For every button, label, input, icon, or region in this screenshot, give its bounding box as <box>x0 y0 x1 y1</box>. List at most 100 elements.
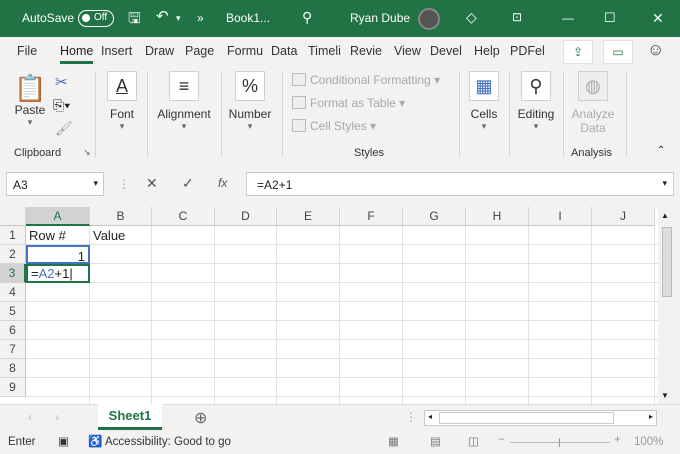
tab-review[interactable]: Revie <box>350 44 382 58</box>
column-header-G[interactable]: G <box>403 207 466 226</box>
column-header-J[interactable]: J <box>592 207 655 226</box>
tab-formulas[interactable]: Formu <box>227 44 263 58</box>
tab-developer[interactable]: Devel <box>430 44 462 58</box>
tab-help[interactable]: Help <box>474 44 500 58</box>
tab-page-layout[interactable]: Page <box>185 44 214 58</box>
insert-function-icon[interactable]: fx <box>218 176 227 190</box>
editing-button[interactable]: ⚲ Editing ▾ <box>515 71 557 132</box>
autosave-label: AutoSave <box>22 11 75 25</box>
vertical-scroll-thumb[interactable] <box>662 227 672 297</box>
more-commands-icon[interactable]: » <box>197 11 204 25</box>
row-header-5[interactable]: 5 <box>0 302 26 321</box>
column-header-B[interactable]: B <box>90 207 152 226</box>
macro-recording-icon[interactable]: ▣ <box>58 434 69 448</box>
cell-A1[interactable]: Row # <box>26 226 69 245</box>
analyze-data-button[interactable]: ◍ Analyze Data <box>568 71 618 135</box>
tab-data[interactable]: Data <box>271 44 297 58</box>
formula-input[interactable]: =A2+1 ▾ <box>246 172 674 196</box>
cells-button[interactable]: ▦ Cells ▾ <box>466 71 502 132</box>
tab-pdfelement[interactable]: PDFel <box>510 44 545 58</box>
zoom-in-icon[interactable]: + <box>614 434 621 446</box>
row-header-6[interactable]: 6 <box>0 321 26 340</box>
name-box[interactable]: A3 ▾ <box>6 172 104 196</box>
row-header-7[interactable]: 7 <box>0 340 26 359</box>
select-all-corner[interactable] <box>0 207 26 226</box>
editing-search-icon: ⚲ <box>521 71 551 101</box>
row-header-8[interactable]: 8 <box>0 359 26 378</box>
accessibility-status[interactable]: Accessibility: Good to go <box>105 436 231 448</box>
font-button[interactable]: A Font ▾ <box>104 71 140 132</box>
tab-file[interactable]: File <box>17 44 37 58</box>
undo-icon[interactable]: ↶ <box>156 7 169 25</box>
maximize-icon[interactable]: ☐ <box>604 10 616 26</box>
document-name: Book1... <box>226 11 271 25</box>
zoom-out-icon[interactable]: − <box>498 434 505 446</box>
paste-button[interactable]: 📋 Paste ▾ <box>14 73 46 128</box>
tab-timeline[interactable]: Timeli <box>308 44 341 58</box>
horizontal-scroll-thumb[interactable] <box>439 412 614 424</box>
horizontal-scrollbar[interactable]: ◂ ▸ <box>424 410 657 426</box>
format-painter-icon[interactable]: 🖌 <box>55 120 73 137</box>
clipboard-launcher-icon[interactable]: ↘ <box>83 147 91 158</box>
tab-insert[interactable]: Insert <box>101 44 132 58</box>
row-header-9[interactable]: 9 <box>0 378 26 397</box>
cell-styles-label: Cell Styles <box>310 119 367 133</box>
alignment-button[interactable]: ≡ Alignment ▾ <box>154 71 214 132</box>
zoom-level[interactable]: 100% <box>634 436 663 448</box>
column-header-F[interactable]: F <box>340 207 403 226</box>
tab-home[interactable]: Home <box>60 44 94 64</box>
autosave-toggle[interactable]: Off <box>78 10 114 27</box>
enter-check-icon[interactable]: ✓ <box>182 175 194 192</box>
sheet-tab-sheet1[interactable]: Sheet1 <box>98 404 162 430</box>
column-header-I[interactable]: I <box>529 207 592 226</box>
cell-B1[interactable]: Value <box>90 226 128 245</box>
spreadsheet-grid[interactable]: ABCDEFGHIJ 123456789 Row # Value 1 =A2+1| <box>0 207 658 404</box>
column-header-D[interactable]: D <box>215 207 277 226</box>
undo-dropdown-icon[interactable]: ▾ <box>176 13 181 24</box>
search-icon[interactable]: ⚲ <box>302 9 312 26</box>
collapse-ribbon-icon[interactable]: ⌃ <box>657 145 665 156</box>
ribbon-display-icon[interactable]: ⊡ <box>512 10 522 24</box>
avatar[interactable] <box>418 8 440 30</box>
format-as-table-button[interactable]: Format as Table ▾ <box>292 96 405 110</box>
row-header-3[interactable]: 3 <box>0 264 26 283</box>
conditional-formatting-button[interactable]: Conditional Formatting ▾ <box>292 73 440 87</box>
prev-sheet-icon[interactable]: ‹ <box>28 410 32 424</box>
column-header-A[interactable]: A <box>26 207 90 226</box>
cell-A3-editing[interactable]: =A2+1| <box>26 264 90 283</box>
vertical-scrollbar[interactable]: ▲ ▼ <box>658 207 676 404</box>
next-sheet-icon[interactable]: › <box>55 410 59 424</box>
tab-split-handle[interactable]: ⋮ <box>405 410 417 424</box>
minimize-icon[interactable]: — <box>562 11 574 25</box>
zoom-slider[interactable] <box>510 438 610 447</box>
normal-view-icon[interactable]: ▦ <box>388 434 399 448</box>
row-header-2[interactable]: 2 <box>0 245 26 264</box>
column-header-H[interactable]: H <box>466 207 529 226</box>
tab-view[interactable]: View <box>394 44 421 58</box>
alignment-icon: ≡ <box>169 71 199 101</box>
user-name[interactable]: Ryan Dube <box>350 11 410 25</box>
save-icon[interactable]: 🖫 <box>128 8 141 33</box>
analysis-group-label: Analysis <box>571 147 612 159</box>
diamond-icon[interactable]: ◇ <box>466 9 477 26</box>
cell-A2[interactable]: 1 <box>26 245 90 264</box>
row-header-1[interactable]: 1 <box>0 226 26 245</box>
number-button[interactable]: % Number ▾ <box>226 71 274 132</box>
ribbon: 📋 Paste ▾ ✂ ⎘▾ 🖌 Clipboard ↘ A Font ▾ ≡ A… <box>0 65 680 163</box>
column-header-C[interactable]: C <box>152 207 215 226</box>
tab-draw[interactable]: Draw <box>145 44 174 58</box>
cells-icon: ▦ <box>469 71 499 101</box>
cell-styles-button[interactable]: Cell Styles ▾ <box>292 119 376 133</box>
add-sheet-icon[interactable]: ⊕ <box>194 408 207 428</box>
page-layout-view-icon[interactable]: ▤ <box>430 434 441 448</box>
cut-icon[interactable]: ✂ <box>55 73 68 91</box>
feedback-smiley-icon[interactable]: ☺ <box>647 40 664 60</box>
share-button[interactable]: ⇪ <box>563 40 593 64</box>
page-break-view-icon[interactable]: ◫ <box>468 434 479 448</box>
row-header-4[interactable]: 4 <box>0 283 26 302</box>
column-header-E[interactable]: E <box>277 207 340 226</box>
comments-button[interactable]: ▭ <box>603 40 633 64</box>
close-icon[interactable]: ✕ <box>652 10 664 27</box>
copy-icon[interactable]: ⎘▾ <box>53 97 70 114</box>
cancel-icon[interactable]: ✕ <box>146 175 158 192</box>
